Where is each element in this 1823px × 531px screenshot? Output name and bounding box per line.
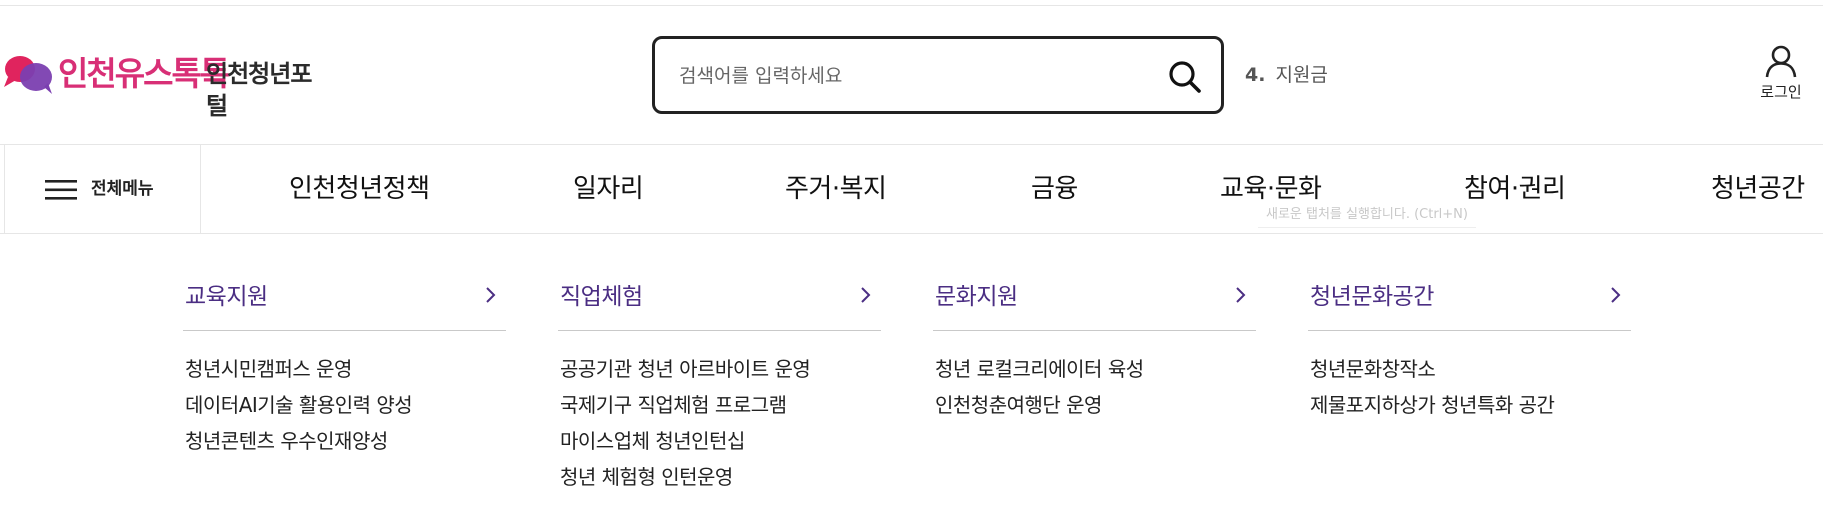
speech-bubble-logo-icon bbox=[4, 56, 52, 94]
submenu-header[interactable]: 직업체험 bbox=[558, 270, 881, 331]
site-logo[interactable]: 인천유스톡톡 인천청년포털 bbox=[2, 50, 332, 120]
submenu-item[interactable]: 공공기관 청년 아르바이트 운영 bbox=[558, 351, 881, 387]
submenu-item[interactable]: 청년 로컬크리에이터 육성 bbox=[933, 351, 1256, 387]
new-window-tooltip: 새로운 탭처를 실행합니다. (Ctrl+N) bbox=[1258, 203, 1476, 228]
chevron-right-icon bbox=[1236, 287, 1246, 303]
all-menu-button[interactable]: 전체메뉴 bbox=[4, 145, 201, 233]
submenu-item[interactable]: 청년콘텐츠 우수인재양성 bbox=[183, 423, 506, 459]
submenu-column-culture-support: 문화지원 청년 로컬크리에이터 육성 인천청춘여행단 운영 bbox=[933, 270, 1256, 423]
chevron-right-icon bbox=[486, 287, 496, 303]
nav-item-finance[interactable]: 금융 bbox=[1031, 169, 1078, 209]
submenu-title: 문화지원 bbox=[935, 284, 1018, 310]
nav-item-jobs[interactable]: 일자리 bbox=[573, 169, 644, 209]
trending-keyword[interactable]: 4. 지원금 bbox=[1245, 62, 1328, 88]
logo-brand-text: 인천유스톡톡 bbox=[58, 54, 230, 93]
nav-item-youth-space[interactable]: 청년공간 bbox=[1711, 169, 1805, 209]
submenu-item[interactable]: 인천청춘여행단 운영 bbox=[933, 387, 1256, 423]
submenu-item[interactable]: 청년 체험형 인턴운영 bbox=[558, 459, 881, 495]
submenu-title: 직업체험 bbox=[560, 284, 643, 310]
search-icon bbox=[1169, 61, 1201, 93]
nav-item-participation-rights[interactable]: 참여·권리 bbox=[1464, 169, 1566, 209]
submenu-item[interactable]: 마이스업체 청년인턴십 bbox=[558, 423, 881, 459]
trending-keyword-text: 지원금 bbox=[1275, 64, 1328, 86]
search-button[interactable] bbox=[1167, 59, 1203, 95]
search-input[interactable] bbox=[679, 59, 1149, 93]
top-divider bbox=[0, 5, 1823, 6]
submenu-header[interactable]: 교육지원 bbox=[183, 270, 506, 331]
submenu-header[interactable]: 문화지원 bbox=[933, 270, 1256, 331]
logo-portal-text: 인천청년포털 bbox=[206, 60, 312, 120]
search-box bbox=[652, 36, 1224, 114]
submenu-column-job-experience: 직업체험 공공기관 청년 아르바이트 운영 국제기구 직업체험 프로그램 마이스… bbox=[558, 270, 881, 495]
user-icon bbox=[1765, 45, 1797, 78]
submenu-header[interactable]: 청년문화공간 bbox=[1308, 270, 1631, 331]
submenu-column-education-support: 교육지원 청년시민캠퍼스 운영 데이터AI기술 활용인력 양성 청년콘텐츠 우수… bbox=[183, 270, 506, 459]
login-button[interactable]: 로그인 bbox=[1750, 44, 1812, 102]
submenu-column-youth-culture-space: 청년문화공간 청년문화창작소 제물포지하상가 청년특화 공간 bbox=[1308, 270, 1631, 423]
submenu-item[interactable]: 제물포지하상가 청년특화 공간 bbox=[1308, 387, 1631, 423]
trending-rank: 4. bbox=[1245, 64, 1266, 86]
chevron-right-icon bbox=[861, 287, 871, 303]
submenu-item[interactable]: 국제기구 직업체험 프로그램 bbox=[558, 387, 881, 423]
submenu-title: 교육지원 bbox=[185, 284, 268, 310]
submenu-item[interactable]: 청년문화창작소 bbox=[1308, 351, 1631, 387]
chevron-right-icon bbox=[1611, 287, 1621, 303]
submenu-item[interactable]: 청년시민캠퍼스 운영 bbox=[183, 351, 506, 387]
login-label: 로그인 bbox=[1760, 83, 1802, 101]
nav-item-housing-welfare[interactable]: 주거·복지 bbox=[785, 169, 887, 209]
submenu-item[interactable]: 데이터AI기술 활용인력 양성 bbox=[183, 387, 506, 423]
submenu-title: 청년문화공간 bbox=[1310, 284, 1434, 310]
nav-item-youth-policy[interactable]: 인천청년정책 bbox=[289, 169, 430, 209]
global-navigation: 전체메뉴 인천청년정책 일자리 주거·복지 금융 교육·문화 참여·권리 청년공… bbox=[0, 144, 1823, 234]
hamburger-menu-icon bbox=[45, 180, 77, 200]
all-menu-label: 전체메뉴 bbox=[91, 179, 154, 199]
